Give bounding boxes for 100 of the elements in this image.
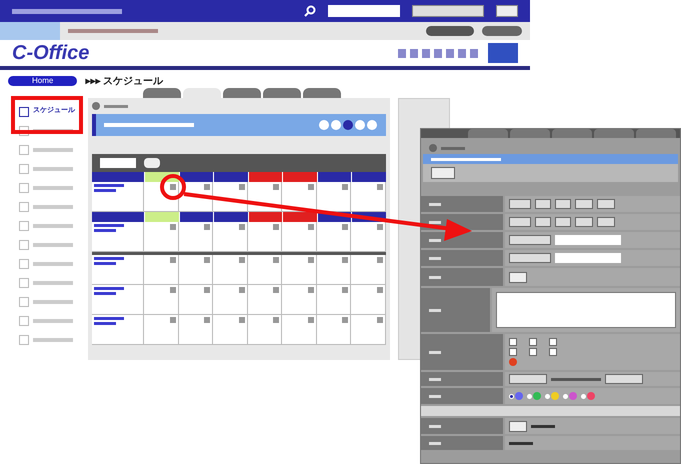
logout-button[interactable]: [426, 26, 474, 36]
new-entry-icon[interactable]: [204, 257, 210, 263]
new-entry-icon[interactable]: [377, 224, 384, 230]
day-header: [248, 172, 282, 182]
new-entry-icon[interactable]: [308, 257, 314, 263]
new-entry-icon[interactable]: [342, 257, 348, 263]
new-entry-icon[interactable]: [342, 287, 348, 293]
blurred-text: [429, 394, 441, 398]
text-field[interactable]: [555, 253, 621, 263]
color-radio[interactable]: [563, 394, 568, 398]
new-entry-icon[interactable]: [238, 224, 245, 230]
new-entry-icon[interactable]: [204, 287, 210, 293]
memo-textarea[interactable]: [496, 292, 676, 328]
day-header: [214, 172, 248, 182]
blurred-text: [429, 256, 441, 260]
highlight-frame: [11, 96, 83, 134]
date-select[interactable]: [575, 199, 593, 209]
new-entry-icon[interactable]: [170, 224, 176, 230]
notify-select[interactable]: [605, 374, 643, 384]
new-entry-icon[interactable]: [273, 287, 280, 293]
option-checkbox[interactable]: [549, 348, 557, 356]
select-button[interactable]: [509, 272, 527, 282]
blurred-text: [431, 158, 501, 160]
color-radio[interactable]: [509, 394, 514, 398]
date-select[interactable]: [509, 199, 531, 209]
blurred-text: [531, 424, 555, 428]
view-tab[interactable]: [143, 88, 181, 98]
info-icon: [509, 358, 517, 366]
new-entry-icon[interactable]: [273, 224, 280, 230]
option-checkbox[interactable]: [529, 348, 537, 356]
new-entry-icon[interactable]: [308, 224, 314, 230]
date-select[interactable]: [555, 199, 571, 209]
home-button[interactable]: Home: [8, 76, 78, 86]
color-radio[interactable]: [581, 394, 586, 398]
new-entry-icon[interactable]: [238, 287, 245, 293]
new-entry-icon[interactable]: [204, 317, 210, 323]
view-tab[interactable]: [303, 88, 341, 98]
notify-select[interactable]: [509, 374, 547, 384]
option-checkbox[interactable]: [509, 338, 517, 346]
new-entry-icon[interactable]: [204, 184, 210, 190]
date-select[interactable]: [597, 199, 615, 209]
text-field[interactable]: [555, 235, 621, 245]
color-radio[interactable]: [527, 394, 532, 398]
new-entry-icon[interactable]: [204, 224, 210, 230]
back-icon[interactable]: [92, 102, 100, 110]
search-icon: [304, 5, 316, 17]
new-entry-icon[interactable]: [342, 317, 348, 323]
blurred-text: [429, 220, 441, 224]
new-entry-icon[interactable]: [273, 257, 280, 263]
date-select[interactable]: [597, 217, 615, 227]
new-entry-icon[interactable]: [170, 257, 176, 263]
search-button[interactable]: [496, 5, 518, 17]
new-entry-icon[interactable]: [238, 317, 245, 323]
option-checkbox[interactable]: [529, 338, 537, 346]
type-select[interactable]: [509, 235, 551, 245]
new-entry-icon[interactable]: [273, 317, 280, 323]
display-button[interactable]: [144, 158, 160, 168]
setting-button[interactable]: [482, 26, 522, 36]
new-entry-icon[interactable]: [238, 184, 245, 190]
view-tab[interactable]: [223, 88, 261, 98]
blurred-text: [551, 378, 601, 380]
new-entry-icon[interactable]: [308, 184, 314, 190]
new-entry-icon[interactable]: [238, 257, 245, 263]
date-select[interactable]: [555, 217, 571, 227]
search-field[interactable]: [328, 5, 400, 17]
new-entry-icon[interactable]: [377, 287, 384, 293]
new-entry-icon[interactable]: [273, 184, 280, 190]
register-button[interactable]: [431, 167, 455, 179]
day-header: [145, 212, 179, 222]
breadcrumb-current: ▸▸▸ スケジュール: [85, 74, 164, 88]
new-entry-icon[interactable]: [308, 317, 314, 323]
date-select[interactable]: [535, 217, 551, 227]
day-header: [283, 212, 317, 222]
type-select[interactable]: [509, 253, 551, 263]
new-entry-icon[interactable]: [308, 287, 314, 293]
logo: C-Office: [12, 41, 90, 66]
new-entry-icon[interactable]: [342, 184, 348, 190]
new-entry-icon[interactable]: [377, 184, 384, 190]
view-tab[interactable]: [263, 88, 301, 98]
scope-select[interactable]: [412, 5, 484, 17]
group-header: [92, 212, 144, 222]
new-entry-icon[interactable]: [170, 184, 176, 190]
highlight-circle: [160, 174, 186, 200]
new-entry-icon[interactable]: [170, 287, 176, 293]
new-entry-icon[interactable]: [170, 317, 176, 323]
blurred-text: [429, 276, 441, 278]
new-entry-icon[interactable]: [342, 224, 348, 230]
new-entry-icon[interactable]: [377, 317, 384, 323]
day-header: [180, 172, 214, 182]
date-select[interactable]: [575, 217, 593, 227]
blurred-text: [429, 308, 441, 312]
date-select[interactable]: [535, 199, 551, 209]
option-checkbox[interactable]: [549, 338, 557, 346]
color-radio[interactable]: [545, 394, 550, 398]
new-entry-icon[interactable]: [377, 257, 384, 263]
blurred-text: [441, 146, 465, 150]
back-icon[interactable]: [429, 144, 437, 152]
date-select[interactable]: [509, 217, 531, 227]
select-button[interactable]: [509, 420, 527, 432]
option-checkbox[interactable]: [509, 348, 517, 356]
